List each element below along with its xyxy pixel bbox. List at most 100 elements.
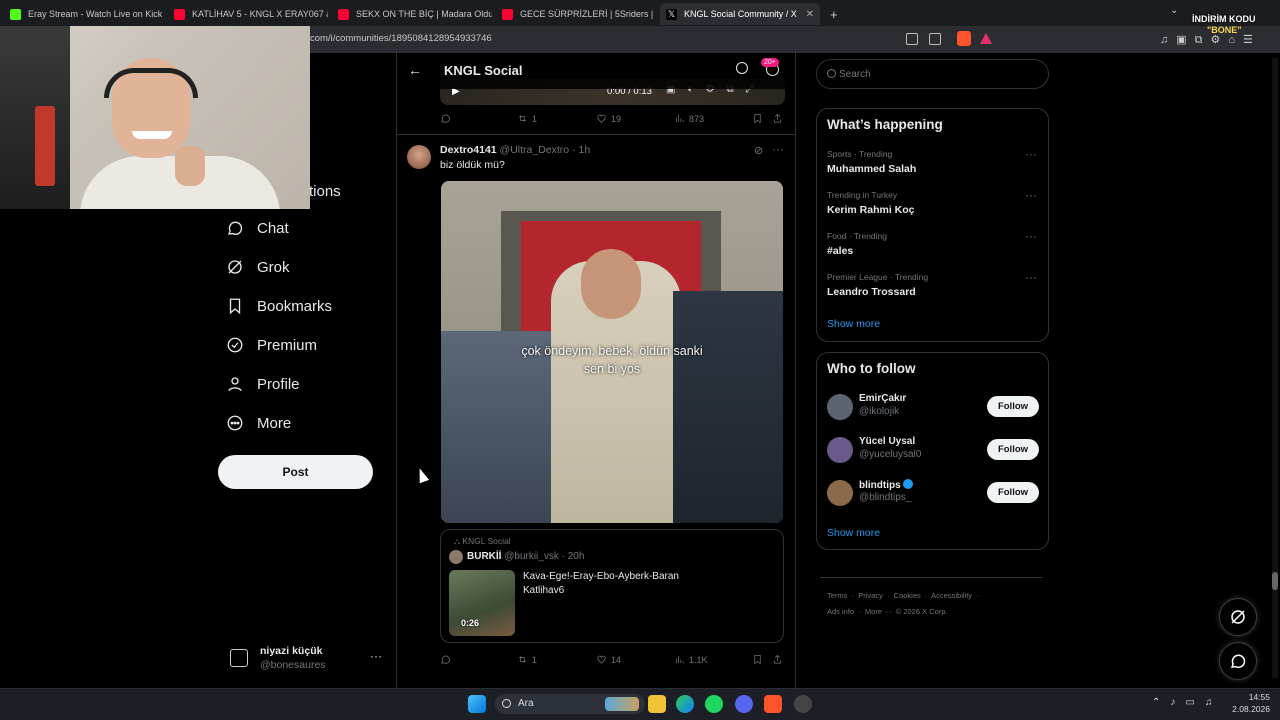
trend-item[interactable]: Sports · Trending Muhammed Salah ··· [827, 147, 1037, 175]
discord-icon[interactable] [735, 695, 753, 713]
clock-time[interactable]: 14:55 [1234, 692, 1270, 702]
sidebar-item-profile[interactable]: Profile [226, 375, 300, 393]
spotify-icon[interactable] [705, 695, 723, 713]
follow-suggestion[interactable]: blindtips @blindtips_ Follow [827, 478, 1039, 510]
chat-icon [227, 221, 243, 235]
system-tray-icons[interactable]: ⌃♪▭♫ [1152, 697, 1222, 708]
sidebar-item-bookmarks[interactable]: Bookmarks [226, 297, 332, 315]
tweet-time[interactable]: · 1h [572, 144, 590, 156]
edge-icon[interactable] [676, 695, 694, 713]
toolbar-icons[interactable]: ♫▣⧉⚙⌂☰ [1160, 33, 1261, 47]
views-button[interactable]: 1.1K [674, 654, 708, 665]
sidebar-item-grok[interactable]: Grok [226, 258, 290, 276]
views-button[interactable]: 873 [674, 113, 704, 124]
close-tab-icon[interactable]: ✕ [800, 9, 814, 20]
footer-links-line-1[interactable]: Terms · Privacy · Cookies · Accessibilit… [827, 591, 979, 600]
share-button[interactable] [772, 113, 787, 124]
post-button[interactable]: Post [218, 455, 373, 489]
tweet-more-icon[interactable]: ··· [772, 142, 784, 156]
follow-button[interactable]: Follow [987, 396, 1039, 417]
bookmark-button[interactable] [752, 113, 767, 124]
follow-suggestion[interactable]: Yücel Uysal @yuceluysal0 Follow [827, 435, 1039, 467]
follow-suggestion[interactable]: EmirÇakır @ikolojik Follow [827, 392, 1039, 424]
retweet-button[interactable]: 1 [517, 654, 537, 665]
tab-youtube-2[interactable]: SEKX ON THE BİÇ | Madara Olduk #7 [332, 3, 492, 25]
windows-start-icon[interactable] [468, 695, 486, 713]
scrollbar-track[interactable] [1272, 58, 1278, 678]
quote-author-name: BURKİİ [467, 551, 502, 562]
search-highlight-image [605, 697, 639, 711]
avatar[interactable] [827, 437, 853, 463]
like-button[interactable]: 19 [596, 113, 621, 124]
author-name[interactable]: Dextro4141 [440, 144, 497, 156]
reply-button[interactable] [440, 113, 455, 124]
media-icon[interactable] [929, 33, 941, 45]
trend-more-icon[interactable]: ··· [1025, 188, 1037, 202]
follow-button[interactable]: Follow [987, 439, 1039, 460]
avatar[interactable] [827, 394, 853, 420]
trend-item[interactable]: Trending in Turkey Kerim Rahmi Koç ··· [827, 188, 1037, 216]
account-more-icon[interactable]: ··· [370, 649, 382, 663]
follow-name[interactable]: Yücel Uysal [859, 436, 915, 447]
file-explorer-icon[interactable] [648, 695, 666, 713]
grok-analyze-icon[interactable]: ⊘ [754, 144, 763, 157]
like-count: 14 [611, 654, 622, 665]
tab-youtube-3[interactable]: GECE SÜRPRİZLERİ | 5Sriders | Moto [496, 3, 656, 25]
trend-more-icon[interactable]: ··· [1025, 229, 1037, 243]
obs-icon[interactable] [794, 695, 812, 713]
tweet-text: biz öldük mü? [440, 159, 505, 171]
tab-kick[interactable]: Eray Stream - Watch Live on Kick [4, 3, 164, 25]
reply-button[interactable] [440, 654, 455, 665]
sidebar-item-chat[interactable]: Chat [226, 219, 289, 237]
footer-links-line-2[interactable]: Ads info · More ··· © 2026 X Corp. [827, 607, 948, 616]
url-text[interactable]: com/i/communities/1895084128954933746 [310, 33, 492, 44]
sidebar-item-premium[interactable]: Premium [226, 336, 317, 354]
clock-date[interactable]: 2.08.2026 [1220, 704, 1270, 714]
brave-shield-icon[interactable] [957, 31, 971, 46]
verified-badge-icon [903, 479, 914, 489]
sidebar-item-label: Bookmarks [257, 297, 333, 315]
tab-label: KATLİHAV 5 - KNGL X ERAY067 & MA [192, 9, 328, 19]
tab-list-chevron-icon[interactable]: ⌄ [1170, 5, 1178, 16]
quoted-tweet[interactable]: ⛬ KNGL Social BURKİİ @burkii_vsk · 20h 0… [440, 529, 784, 643]
search-icon[interactable] [736, 62, 748, 74]
account-switcher[interactable]: niyazi küçük @bonesaures ··· [226, 645, 386, 675]
follow-name-row[interactable]: blindtips [859, 479, 914, 491]
avatar[interactable] [407, 145, 431, 169]
back-arrow-icon[interactable]: ← [408, 62, 422, 78]
sidebar-item-label: Profile [257, 375, 300, 393]
sidebar-item-more[interactable]: More [226, 414, 291, 432]
new-tab-button[interactable]: + [824, 3, 844, 25]
translate-icon[interactable] [906, 33, 918, 45]
taskbar-search-box[interactable]: Ara [495, 694, 645, 714]
search-icon [827, 69, 836, 78]
trend-more-icon[interactable]: ··· [1025, 147, 1037, 161]
trend-more-icon[interactable]: ··· [1025, 270, 1037, 284]
views-count: 873 [689, 113, 705, 124]
retweet-button[interactable]: 1 [517, 113, 537, 124]
crowd-right [673, 291, 783, 523]
brave-rewards-icon[interactable] [980, 33, 992, 44]
sidebar-partial-label[interactable]: tions [309, 183, 341, 200]
tab-youtube-1[interactable]: KATLİHAV 5 - KNGL X ERAY067 & MA [168, 3, 328, 25]
bookmark-icon [229, 298, 241, 315]
follow-name[interactable]: EmirÇakır [859, 393, 906, 404]
scrollbar-thumb[interactable] [1272, 572, 1278, 590]
bookmark-button[interactable] [752, 654, 767, 665]
avatar[interactable] [827, 480, 853, 506]
trends-show-more-link[interactable]: Show more [827, 318, 880, 330]
tab-x-active[interactable]: 𝕏 KNGL Social Community / X ✕ [660, 3, 820, 25]
tweet-actions: 1 14 1.1K [440, 654, 785, 668]
share-button[interactable] [772, 654, 787, 665]
search-box[interactable]: Search [816, 59, 1049, 89]
follow-button[interactable]: Follow [987, 482, 1039, 503]
author-handle[interactable]: @Ultra_Dextro [500, 144, 570, 156]
trend-item[interactable]: Premier League · Trending Leandro Trossar… [827, 270, 1037, 298]
brave-icon[interactable] [764, 695, 782, 713]
grok-fab-button[interactable] [1219, 598, 1257, 636]
follow-show-more-link[interactable]: Show more [827, 527, 880, 539]
trend-item[interactable]: Food · Trending #ales ··· [827, 229, 1037, 257]
tweet-video[interactable]: çok öndeyim, bebek, öldün sanki sen bi y… [441, 181, 783, 523]
messages-fab-button[interactable] [1219, 642, 1257, 680]
like-button[interactable]: 14 [596, 654, 621, 665]
